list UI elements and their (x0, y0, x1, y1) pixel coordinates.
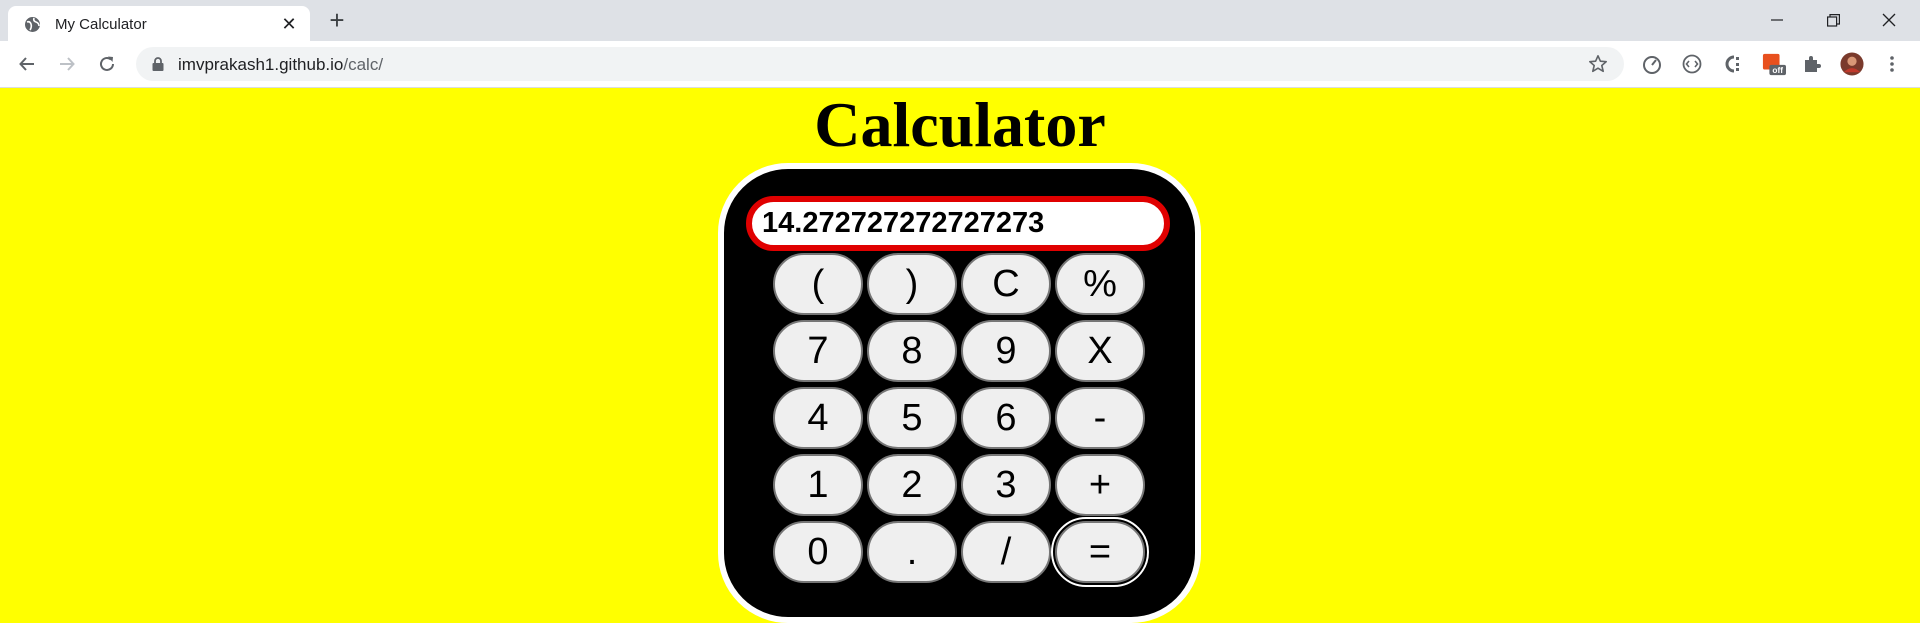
minimize-icon (1771, 19, 1783, 21)
globe-icon (24, 16, 41, 33)
browser-toolbar: imvprakash1.github.io/calc/ off (0, 41, 1920, 88)
decimal-button[interactable]: . (867, 521, 957, 583)
close-icon (1882, 13, 1896, 27)
more-menu-icon[interactable] (1880, 52, 1904, 76)
minimize-button[interactable] (1754, 4, 1800, 36)
clear-button[interactable]: C (961, 253, 1051, 315)
back-button[interactable] (14, 51, 40, 77)
digit-1-button[interactable]: 1 (773, 454, 863, 516)
profile-avatar[interactable] (1840, 52, 1864, 76)
code-icon[interactable] (1680, 52, 1704, 76)
restore-button[interactable] (1810, 4, 1856, 36)
forward-arrow-icon (60, 57, 75, 71)
add-button[interactable]: + (1055, 454, 1145, 516)
digit-0-button[interactable]: 0 (773, 521, 863, 583)
extension-badge-text: off (1772, 65, 1783, 75)
digit-4-button[interactable]: 4 (773, 387, 863, 449)
reload-button[interactable] (94, 51, 120, 77)
speed-dial-icon[interactable] (1640, 52, 1664, 76)
close-window-button[interactable] (1866, 4, 1912, 36)
tab-strip: My Calculator ✕ + (0, 0, 1920, 41)
digit-2-button[interactable]: 2 (867, 454, 957, 516)
reload-icon (100, 56, 114, 71)
equals-button[interactable]: = (1051, 517, 1149, 587)
percent-button[interactable]: % (1055, 253, 1145, 315)
tab-title: My Calculator (55, 16, 147, 33)
open-paren-button[interactable]: ( (773, 253, 863, 315)
back-arrow-icon (19, 57, 34, 71)
close-paren-button[interactable]: ) (867, 253, 957, 315)
digit-7-button[interactable]: 7 (773, 320, 863, 382)
off-badge-extension-icon[interactable]: off (1762, 52, 1786, 76)
url-text: imvprakash1.github.io/calc/ (178, 55, 383, 75)
restore-icon (1826, 13, 1840, 27)
new-tab-button[interactable]: + (324, 7, 350, 33)
url-host: imvprakash1.github.io (178, 55, 344, 74)
divide-button[interactable]: / (961, 521, 1051, 583)
calculator-display[interactable]: 14.272727272727273 (746, 196, 1170, 251)
subtract-button[interactable]: - (1055, 387, 1145, 449)
puzzle-icon[interactable] (1800, 52, 1824, 76)
forward-button[interactable] (54, 51, 80, 77)
digit-3-button[interactable]: 3 (961, 454, 1051, 516)
digit-5-button[interactable]: 5 (867, 387, 957, 449)
digit-6-button[interactable]: 6 (961, 387, 1051, 449)
address-bar[interactable]: imvprakash1.github.io/calc/ (136, 47, 1624, 81)
browser-tab[interactable]: My Calculator ✕ (8, 6, 310, 41)
tab-close-icon[interactable]: ✕ (280, 15, 298, 33)
page-title: Calculator (814, 89, 1106, 160)
url-path: /calc/ (343, 55, 384, 74)
digit-9-button[interactable]: 9 (961, 320, 1051, 382)
digit-8-button[interactable]: 8 (867, 320, 957, 382)
multiply-button[interactable]: X (1055, 320, 1145, 382)
lock-icon[interactable] (150, 56, 166, 72)
bookmark-star-icon[interactable] (1588, 54, 1608, 74)
c-icon[interactable] (1720, 52, 1744, 76)
